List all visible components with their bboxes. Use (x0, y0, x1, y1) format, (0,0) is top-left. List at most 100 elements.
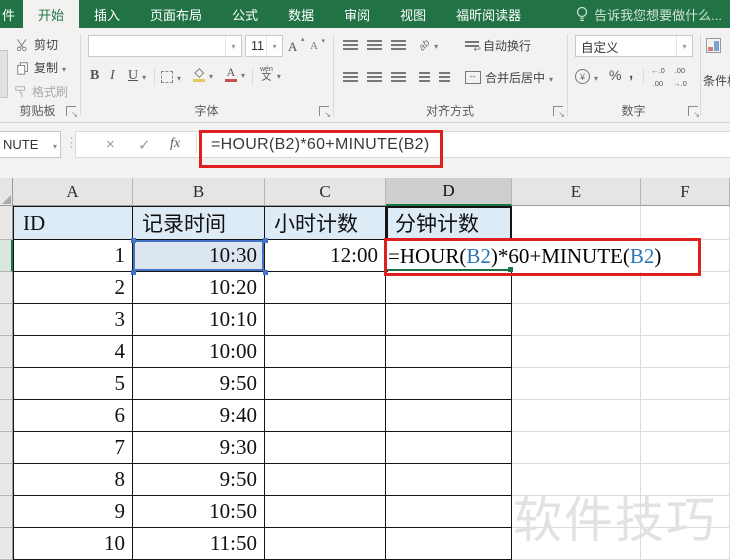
cell-C10[interactable] (265, 496, 386, 528)
row-header[interactable] (0, 304, 13, 336)
shrink-font-button[interactable]: A (310, 37, 325, 52)
copy-button[interactable]: 复制 (16, 59, 66, 76)
number-dialog-launcher[interactable] (688, 106, 700, 119)
cell-D3[interactable] (386, 272, 512, 304)
cell-B11[interactable]: 11:50 (133, 528, 265, 560)
increase-indent-icon[interactable] (439, 72, 450, 74)
font-color-button[interactable]: A (225, 66, 245, 82)
phonetic-dropdown-icon[interactable] (277, 68, 281, 82)
cell-E5[interactable] (512, 336, 641, 368)
cell-C3[interactable] (265, 272, 386, 304)
column-header-A[interactable]: A (13, 178, 133, 206)
cell-A3[interactable]: 2 (13, 272, 133, 304)
row-header[interactable] (0, 400, 13, 432)
cell-C4[interactable] (265, 304, 386, 336)
cell-F6[interactable] (641, 368, 730, 400)
copy-dropdown-icon[interactable] (62, 61, 66, 75)
row-header[interactable] (0, 206, 13, 240)
cell-E6[interactable] (512, 368, 641, 400)
cell-B1[interactable]: 记录时间 (133, 206, 265, 240)
cell-F8[interactable] (641, 432, 730, 464)
cell-B8[interactable]: 9:30 (133, 432, 265, 464)
column-header-F[interactable]: F (641, 178, 730, 206)
bold-button[interactable]: B (90, 68, 99, 84)
number-format-combo[interactable]: 自定义 (575, 35, 693, 57)
font-size-dropdown-icon[interactable] (266, 36, 282, 56)
cell-D7[interactable] (386, 400, 512, 432)
cell-A7[interactable]: 6 (13, 400, 133, 432)
comma-style-button[interactable]: , (629, 65, 633, 82)
align-right-icon[interactable] (391, 72, 406, 74)
cell-B2[interactable]: 10:30 (133, 240, 265, 272)
cell-F3[interactable] (641, 272, 730, 304)
tab-插入[interactable]: 插入 (79, 0, 135, 28)
cell-D5[interactable] (386, 336, 512, 368)
cell-E8[interactable] (512, 432, 641, 464)
cell-D4[interactable] (386, 304, 512, 336)
tab-file[interactable]: 件 (0, 0, 23, 28)
cell-C1[interactable]: 小时计数 (265, 206, 386, 240)
row-header[interactable] (0, 432, 13, 464)
cell-A6[interactable]: 5 (13, 368, 133, 400)
conditional-formatting-button-label[interactable]: 条件格式 (703, 72, 730, 89)
align-left-icon[interactable] (343, 72, 358, 74)
accounting-dropdown-icon[interactable] (594, 70, 598, 84)
cell-D8[interactable] (386, 432, 512, 464)
merge-center-dropdown-icon[interactable] (549, 71, 553, 85)
cell-D1[interactable]: 分钟计数 (386, 206, 512, 240)
underline-button[interactable]: U (128, 68, 146, 84)
align-center-icon[interactable] (367, 72, 382, 74)
cell-A9[interactable]: 8 (13, 464, 133, 496)
cell-B10[interactable]: 10:50 (133, 496, 265, 528)
column-header-B[interactable]: B (133, 178, 265, 206)
font-name-combo[interactable] (88, 35, 242, 57)
cell-A8[interactable]: 7 (13, 432, 133, 464)
phonetic-button[interactable]: wén 文 (260, 66, 281, 83)
cell-D9[interactable] (386, 464, 512, 496)
select-all-corner[interactable] (0, 178, 13, 206)
cut-button[interactable]: 剪切 (16, 36, 58, 53)
cell-B4[interactable]: 10:10 (133, 304, 265, 336)
cell-C5[interactable] (265, 336, 386, 368)
borders-button[interactable] (161, 70, 181, 84)
row-header[interactable] (0, 464, 13, 496)
cell-E7[interactable] (512, 400, 641, 432)
cell-C2[interactable]: 12:00 (265, 240, 386, 272)
cell-A1[interactable]: ID (13, 206, 133, 240)
italic-button[interactable]: I (110, 68, 115, 84)
clipboard-dialog-launcher[interactable] (66, 106, 78, 119)
align-bottom-icon[interactable] (391, 40, 406, 42)
column-header-E[interactable]: E (512, 178, 641, 206)
cell-A4[interactable]: 3 (13, 304, 133, 336)
font-name-dropdown-icon[interactable] (225, 36, 241, 56)
increase-decimal-button[interactable]: ←.0 .00 (651, 66, 665, 88)
enter-button[interactable]: ✓ (138, 136, 151, 154)
fill-color-button[interactable] (192, 68, 213, 82)
align-top-icon[interactable] (343, 40, 358, 42)
row-header[interactable] (0, 240, 13, 272)
cell-B5[interactable]: 10:00 (133, 336, 265, 368)
column-header-C[interactable]: C (265, 178, 386, 206)
tab-视图[interactable]: 视图 (385, 0, 441, 28)
row-header[interactable] (0, 368, 13, 400)
cell-A2[interactable]: 1 (13, 240, 133, 272)
cell-A10[interactable]: 9 (13, 496, 133, 528)
row-header[interactable] (0, 496, 13, 528)
row-header[interactable] (0, 272, 13, 304)
borders-dropdown-icon[interactable] (177, 70, 181, 84)
fill-color-dropdown-icon[interactable] (209, 68, 213, 82)
percent-style-button[interactable]: % (609, 67, 621, 83)
cell-B9[interactable]: 9:50 (133, 464, 265, 496)
underline-dropdown-icon[interactable] (142, 69, 146, 83)
cell-A5[interactable]: 4 (13, 336, 133, 368)
cell-C8[interactable] (265, 432, 386, 464)
font-dialog-launcher[interactable] (319, 106, 331, 119)
column-header-D[interactable]: D (386, 178, 512, 206)
number-format-dropdown-icon[interactable] (676, 36, 692, 56)
tab-页面布局[interactable]: 页面布局 (135, 0, 217, 28)
cell-E4[interactable] (512, 304, 641, 336)
tell-me-search[interactable]: 告诉我您想要做什么... (576, 0, 722, 28)
name-box[interactable]: NUTE (0, 131, 61, 158)
insert-function-button[interactable]: fx (170, 136, 180, 152)
cell-B7[interactable]: 9:40 (133, 400, 265, 432)
